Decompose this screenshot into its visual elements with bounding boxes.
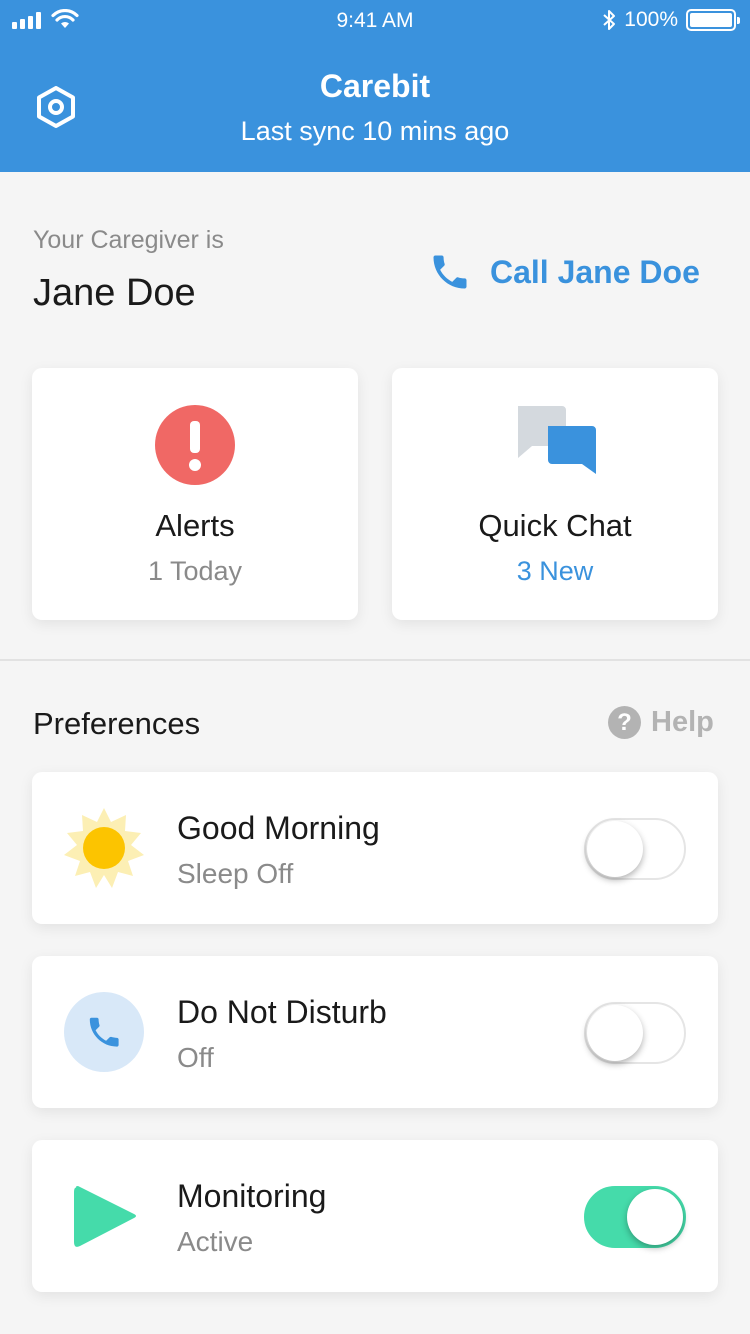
pref-title: Do Not Disturb [177,994,387,1030]
phone-icon [64,992,144,1072]
status-bar: 9:41 AM 100% [0,0,750,40]
caregiver-name: Jane Doe [33,272,196,314]
battery-icon [686,9,740,31]
good-morning-toggle[interactable] [584,818,686,880]
pref-row-monitoring: Monitoring Active [32,1140,718,1292]
quick-chat-count: 3 New [516,556,594,586]
last-sync-text: Last sync 10 mins ago [240,116,510,146]
play-icon [74,1186,136,1247]
bluetooth-icon [603,10,616,30]
section-divider [0,659,750,661]
chat-bubbles-icon [518,406,596,474]
pref-title: Monitoring [177,1178,327,1214]
alert-icon [155,405,235,485]
pref-row-do-not-disturb: Do Not Disturb Off [32,956,718,1108]
pref-status: Active [177,1226,254,1257]
alerts-title: Alerts [155,508,235,543]
help-button[interactable]: ? Help [608,706,714,739]
quick-chat-title: Quick Chat [478,508,632,543]
quick-chat-tile[interactable]: Quick Chat 3 New [392,368,718,620]
monitoring-toggle[interactable] [584,1186,686,1248]
sun-icon [64,808,144,888]
phone-icon [433,255,467,289]
caregiver-label: Your Caregiver is [33,226,224,254]
help-icon: ? [608,706,641,739]
pref-row-good-morning: Good Morning Sleep Off [32,772,718,924]
call-caregiver-button[interactable]: Call Jane Doe [428,248,728,296]
do-not-disturb-toggle[interactable] [584,1002,686,1064]
battery-percent: 100% [624,8,678,31]
pref-status: Off [177,1042,214,1073]
call-caregiver-label: Call Jane Doe [490,253,700,290]
status-right: 100% [602,8,740,32]
app-header: 9:41 AM 100% Carebit Last sync 10 mins a… [0,0,750,172]
app-title: Carebit [319,68,431,104]
alerts-tile[interactable]: Alerts 1 Today [32,368,358,620]
preferences-heading: Preferences [33,706,201,741]
alerts-count: 1 Today [147,556,243,586]
pref-title: Good Morning [177,810,380,846]
help-label: Help [651,706,714,738]
pref-status: Sleep Off [177,858,294,889]
